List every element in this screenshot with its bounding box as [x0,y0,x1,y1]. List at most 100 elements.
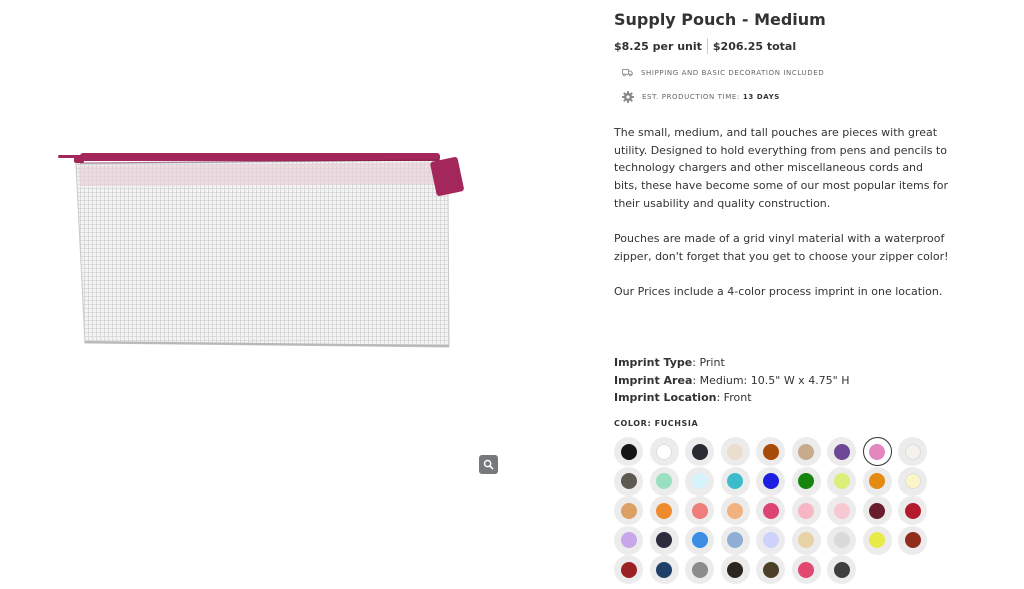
color-dot [833,532,850,548]
color-swatch[interactable] [685,437,714,466]
color-swatch[interactable] [862,525,892,555]
color-swatch[interactable] [791,525,821,555]
color-dot [691,502,708,519]
color-swatch[interactable] [720,437,750,466]
color-dot [620,443,637,460]
color-swatch[interactable] [827,525,856,555]
imprint-type: Imprint Type: Print [614,356,725,369]
color-dot [656,532,672,548]
color-swatch[interactable] [862,437,892,466]
color-dot [762,443,779,460]
color-swatch[interactable] [898,466,927,496]
color-dot [620,532,637,548]
color-dot [620,502,637,519]
color-swatch[interactable] [720,525,750,555]
color-dot [762,473,779,489]
color-dot [904,473,921,489]
color-swatch[interactable] [649,466,679,496]
color-dot [833,502,850,519]
color-dot [762,561,779,578]
product-description: The small, medium, and tall pouches are … [614,124,949,319]
color-swatch[interactable] [614,555,643,584]
color-swatch[interactable] [614,437,643,466]
color-swatch-grid [614,437,934,585]
imprint-area: Imprint Area: Medium: 10.5" W x 4.75" H [614,373,850,387]
color-dot [727,473,743,489]
magnifier-icon [483,459,494,470]
color-swatch[interactable] [791,466,821,496]
color-swatch[interactable] [791,437,821,466]
color-dot [656,443,672,460]
color-swatch[interactable] [862,496,892,525]
imprint-specs: Imprint Type: Print Imprint Area: Medium… [614,354,850,407]
truck-icon [622,69,633,77]
color-dot [691,532,708,548]
color-swatch[interactable] [756,466,785,496]
color-dot [869,532,885,548]
description-paragraph: Pouches are made of a grid vinyl materia… [614,232,949,263]
color-swatch[interactable] [791,555,821,584]
color-swatch[interactable] [756,496,785,525]
color-swatch[interactable] [649,525,679,555]
color-dot [869,443,885,460]
color-swatch[interactable] [756,525,785,555]
color-dot [691,443,708,460]
unit-price: $8.25 per unit [614,39,702,53]
color-dot [656,561,672,578]
color-dot [691,561,708,578]
color-swatch[interactable] [720,496,750,525]
color-dot [656,502,672,519]
color-dot [620,561,637,578]
color-swatch[interactable] [862,466,892,496]
color-swatch[interactable] [827,555,856,584]
price-line: $8.25 per unit $206.25 total [614,38,796,54]
product-title: Supply Pouch - Medium [614,10,826,29]
production-time: EST. PRODUCTION TIME: 13 DAYS [622,91,780,103]
color-dot [727,561,743,578]
color-swatch[interactable] [614,525,643,555]
color-swatch[interactable] [649,496,679,525]
color-dot [904,443,921,460]
color-swatch[interactable] [614,496,643,525]
color-swatch[interactable] [685,525,714,555]
color-swatch[interactable] [685,466,714,496]
shipping-text: SHIPPING AND BASIC DECORATION INCLUDED [641,68,825,77]
color-dot [798,561,814,578]
color-swatch[interactable] [827,437,856,466]
color-swatch[interactable] [898,496,927,525]
color-dot [833,443,850,460]
total-price: $206.25 total [712,39,797,53]
color-dot [762,532,779,548]
color-swatch[interactable] [720,466,750,496]
color-swatch[interactable] [898,525,927,555]
color-swatch[interactable] [756,555,785,584]
color-dot [727,443,743,460]
color-dot [620,473,637,489]
color-dot [727,502,743,519]
imprint-location: Imprint Location: Front [614,391,752,405]
color-dot [798,502,814,519]
color-dot [798,443,814,460]
color-swatch[interactable] [614,466,643,496]
shipping-note: SHIPPING AND BASIC DECORATION INCLUDED [622,68,824,77]
color-swatch[interactable] [649,437,679,466]
zoom-button[interactable] [479,455,498,474]
production-value: 13 DAYS [742,93,780,101]
color-swatch[interactable] [827,496,856,525]
color-swatch[interactable] [898,437,927,466]
color-swatch[interactable] [685,555,714,584]
color-label: COLOR: FUCHSIA [614,419,699,428]
color-swatch[interactable] [756,437,785,466]
color-dot [904,532,921,548]
color-dot [904,502,921,519]
price-divider [706,38,708,54]
production-label: EST. PRODUCTION TIME: [642,93,740,101]
color-swatch[interactable] [791,496,821,525]
gear-icon [622,91,634,103]
color-swatch[interactable] [827,466,856,496]
color-swatch[interactable] [720,555,750,584]
color-swatch[interactable] [649,555,679,584]
color-dot [656,473,672,489]
color-swatch[interactable] [685,496,714,525]
product-image-area [0,0,560,589]
